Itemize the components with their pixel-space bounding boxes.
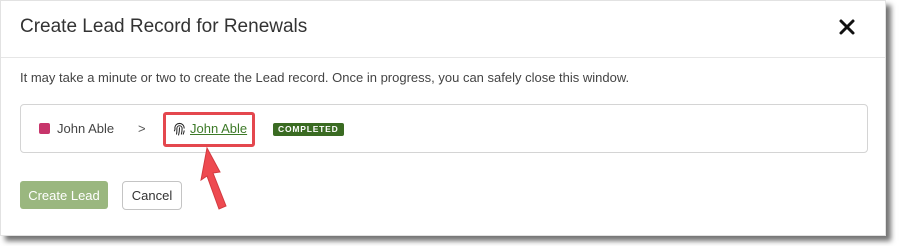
separator: > xyxy=(138,121,146,136)
annotation-arrow-icon xyxy=(200,146,227,210)
annotation-highlight-box xyxy=(163,112,255,147)
source-record-name: John Able xyxy=(57,121,115,136)
dialog-header: Create Lead Record for Renewals xyxy=(1,1,885,58)
status-badge: COMPLETED xyxy=(273,123,344,136)
create-lead-button[interactable]: Create Lead xyxy=(20,181,108,209)
dialog-title: Create Lead Record for Renewals xyxy=(20,16,308,37)
record-type-color-swatch xyxy=(39,123,50,134)
cancel-button[interactable]: Cancel xyxy=(122,181,182,210)
close-button[interactable] xyxy=(835,14,859,40)
info-message: It may take a minute or two to create th… xyxy=(20,70,630,85)
close-icon xyxy=(839,19,855,35)
create-lead-dialog: Create Lead Record for Renewals It may t… xyxy=(0,0,886,236)
lead-record-row: John Able > John Able COMPLETED xyxy=(20,104,868,153)
